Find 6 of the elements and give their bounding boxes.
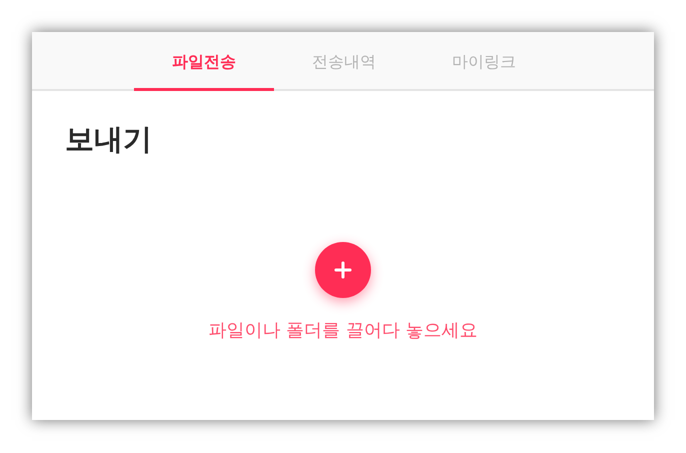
drop-hint: 파일이나 폴더를 끌어다 놓으세요 [208,319,478,343]
tab[interactable]: 파일전송 [134,32,274,91]
add-button[interactable] [315,242,371,298]
tab[interactable]: 마이링크 [414,32,554,91]
section-heading: 보내기 [65,125,153,154]
tab[interactable]: 전송내역 [274,32,414,91]
